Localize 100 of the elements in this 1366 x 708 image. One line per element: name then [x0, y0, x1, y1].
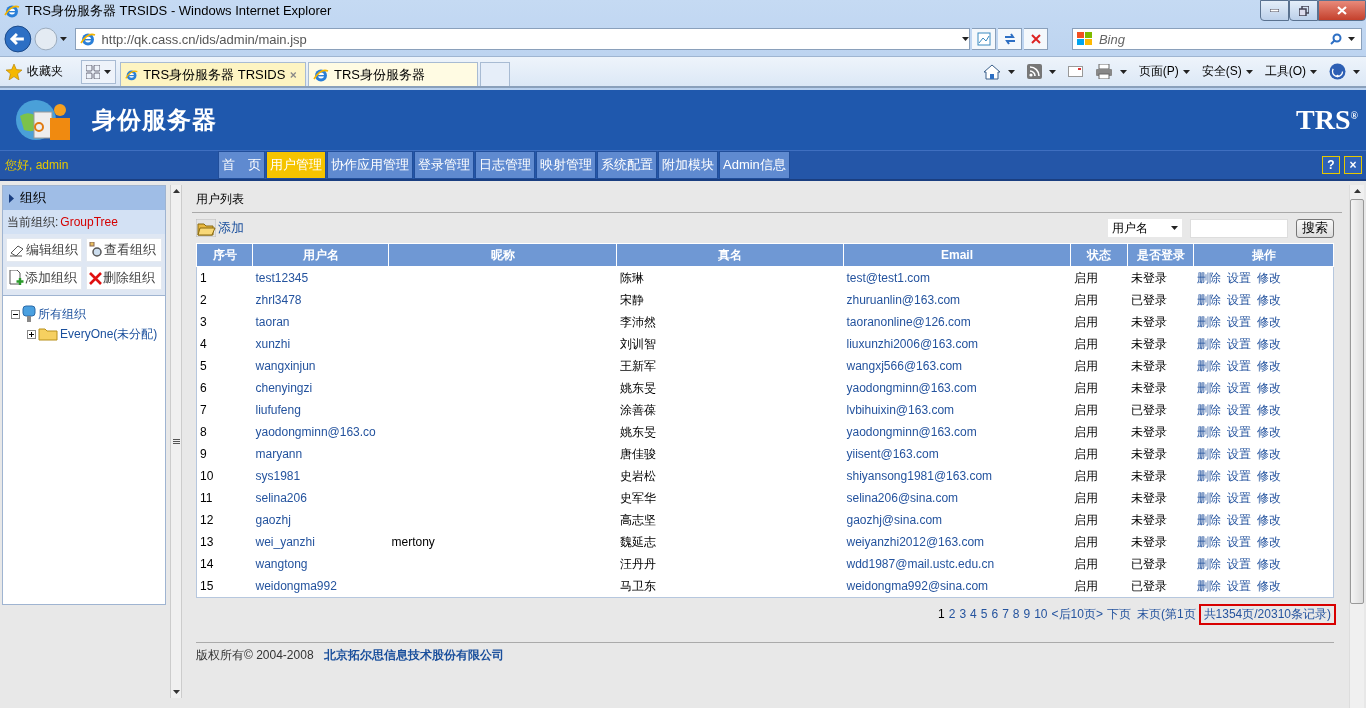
- group-action-button[interactable]: 查看组织: [86, 238, 162, 262]
- username-link[interactable]: taoran: [252, 311, 389, 333]
- page-link[interactable]: 6: [991, 607, 999, 621]
- action-link[interactable]: 设置: [1226, 489, 1251, 507]
- email-link[interactable]: weidongma992@sina.com: [843, 575, 1071, 598]
- action-link[interactable]: 修改: [1256, 577, 1281, 595]
- action-link[interactable]: 修改: [1256, 313, 1281, 331]
- username-link[interactable]: sys1981: [252, 465, 389, 487]
- nav-icon-button[interactable]: ×: [1344, 156, 1362, 174]
- email-link[interactable]: test@test1.com: [843, 266, 1071, 289]
- next-ten-link[interactable]: <后10页>: [1051, 605, 1103, 623]
- menu-button[interactable]: 页面(P): [1138, 63, 1190, 80]
- email-link[interactable]: yaodongminn@163.com: [843, 377, 1071, 399]
- action-link[interactable]: 删除: [1196, 511, 1221, 529]
- email-link[interactable]: weiyanzhi2012@163.com: [843, 531, 1071, 553]
- action-link[interactable]: 设置: [1226, 423, 1251, 441]
- page-link[interactable]: 7: [1002, 607, 1009, 621]
- action-link[interactable]: 删除: [1196, 489, 1221, 507]
- action-link[interactable]: 删除: [1196, 291, 1221, 309]
- action-link[interactable]: 修改: [1256, 357, 1281, 375]
- username-link[interactable]: wangxinjun: [252, 355, 389, 377]
- email-link[interactable]: yaodongminn@163.com: [843, 421, 1071, 443]
- page-link[interactable]: 10: [1034, 607, 1048, 621]
- action-link[interactable]: 删除: [1196, 423, 1221, 441]
- page-link[interactable]: 4: [970, 607, 977, 621]
- action-link[interactable]: 设置: [1226, 357, 1251, 375]
- next-page-link[interactable]: 下页: [1106, 605, 1131, 623]
- email-link[interactable]: wangxj566@163.com: [843, 355, 1071, 377]
- panel-header[interactable]: 组织: [3, 186, 165, 210]
- action-link[interactable]: 删除: [1196, 445, 1221, 463]
- action-link[interactable]: 删除: [1196, 555, 1221, 573]
- action-link[interactable]: 删除: [1196, 467, 1221, 485]
- email-link[interactable]: lvbihuixin@163.com: [843, 399, 1071, 421]
- action-link[interactable]: 修改: [1256, 291, 1281, 309]
- username-link[interactable]: test12345: [252, 266, 389, 289]
- action-link[interactable]: 删除: [1196, 533, 1221, 551]
- username-link[interactable]: gaozhj: [252, 509, 389, 531]
- browser-tab[interactable]: TRS身份服务器: [308, 62, 478, 86]
- action-link[interactable]: 设置: [1226, 467, 1251, 485]
- action-link[interactable]: 设置: [1226, 313, 1251, 331]
- action-link[interactable]: 修改: [1256, 423, 1281, 441]
- action-link[interactable]: 设置: [1226, 269, 1251, 287]
- action-link[interactable]: 设置: [1226, 555, 1251, 573]
- action-link[interactable]: 设置: [1226, 533, 1251, 551]
- page-link[interactable]: 5: [980, 607, 988, 621]
- action-link[interactable]: 删除: [1196, 379, 1221, 397]
- email-link[interactable]: wdd1987@mail.ustc.edu.cn: [843, 553, 1071, 575]
- search-field[interactable]: Bing: [1071, 28, 1362, 50]
- action-link[interactable]: 设置: [1226, 291, 1251, 309]
- group-action-button[interactable]: 删除组织: [86, 266, 162, 290]
- search-type-dropdown[interactable]: 用户名: [1108, 219, 1182, 237]
- tree-item[interactable]: EveryOne(未分配): [60, 325, 158, 343]
- action-link[interactable]: 删除: [1196, 357, 1221, 375]
- action-link[interactable]: 修改: [1256, 401, 1281, 419]
- action-link[interactable]: 删除: [1196, 335, 1221, 353]
- last-page-link[interactable]: 末页: [1136, 605, 1161, 623]
- username-link[interactable]: weidongma992: [252, 575, 389, 598]
- username-link[interactable]: xunzhi: [252, 333, 389, 355]
- email-link[interactable]: yiisent@163.com: [843, 443, 1071, 465]
- tree-item[interactable]: 所有组织: [38, 305, 86, 323]
- action-link[interactable]: 修改: [1256, 555, 1281, 573]
- action-link[interactable]: 设置: [1226, 335, 1251, 353]
- action-link[interactable]: 删除: [1196, 401, 1221, 419]
- action-link[interactable]: 修改: [1256, 379, 1281, 397]
- action-link[interactable]: 设置: [1226, 401, 1251, 419]
- page-link[interactable]: 8: [1012, 607, 1020, 621]
- page-link[interactable]: 3: [959, 607, 967, 621]
- favorites-button[interactable]: 收藏夹: [6, 63, 63, 80]
- username-link[interactable]: selina206: [252, 487, 389, 509]
- nav-icon-button[interactable]: ?: [1322, 156, 1340, 174]
- action-link[interactable]: 修改: [1256, 489, 1281, 507]
- page-link[interactable]: 9: [1023, 607, 1031, 621]
- menu-button[interactable]: 工具(O): [1264, 63, 1317, 80]
- action-link[interactable]: 删除: [1196, 269, 1221, 287]
- email-link[interactable]: selina206@sina.com: [843, 487, 1071, 509]
- username-link[interactable]: wangtong: [252, 553, 389, 575]
- action-link[interactable]: 删除: [1196, 577, 1221, 595]
- page-link[interactable]: 2: [948, 607, 956, 621]
- username-link[interactable]: wei_yanzhi: [252, 531, 389, 553]
- action-link[interactable]: 删除: [1196, 313, 1221, 331]
- email-link[interactable]: liuxunzhi2006@163.com: [843, 333, 1071, 355]
- action-link[interactable]: 设置: [1226, 511, 1251, 529]
- email-link[interactable]: zhuruanlin@163.com: [843, 289, 1071, 311]
- email-link[interactable]: taoranonline@126.com: [843, 311, 1071, 333]
- group-action-button[interactable]: 添加组织: [6, 266, 82, 290]
- action-link[interactable]: 修改: [1256, 533, 1281, 551]
- username-link[interactable]: zhrl3478: [252, 289, 389, 311]
- username-link[interactable]: liufufeng: [252, 399, 389, 421]
- action-link[interactable]: 设置: [1226, 445, 1251, 463]
- action-link[interactable]: 修改: [1256, 269, 1281, 287]
- action-link[interactable]: 修改: [1256, 445, 1281, 463]
- email-link[interactable]: shiyansong1981@163.com: [843, 465, 1071, 487]
- search-button[interactable]: 搜索: [1296, 218, 1334, 238]
- add-link[interactable]: 添加: [196, 219, 244, 237]
- username-link[interactable]: yaodongminn@163.co: [252, 421, 389, 443]
- action-link[interactable]: 设置: [1226, 379, 1251, 397]
- username-link[interactable]: chenyingzi: [252, 377, 389, 399]
- action-link[interactable]: 修改: [1256, 511, 1281, 529]
- username-link[interactable]: maryann: [252, 443, 389, 465]
- action-link[interactable]: 设置: [1226, 577, 1251, 595]
